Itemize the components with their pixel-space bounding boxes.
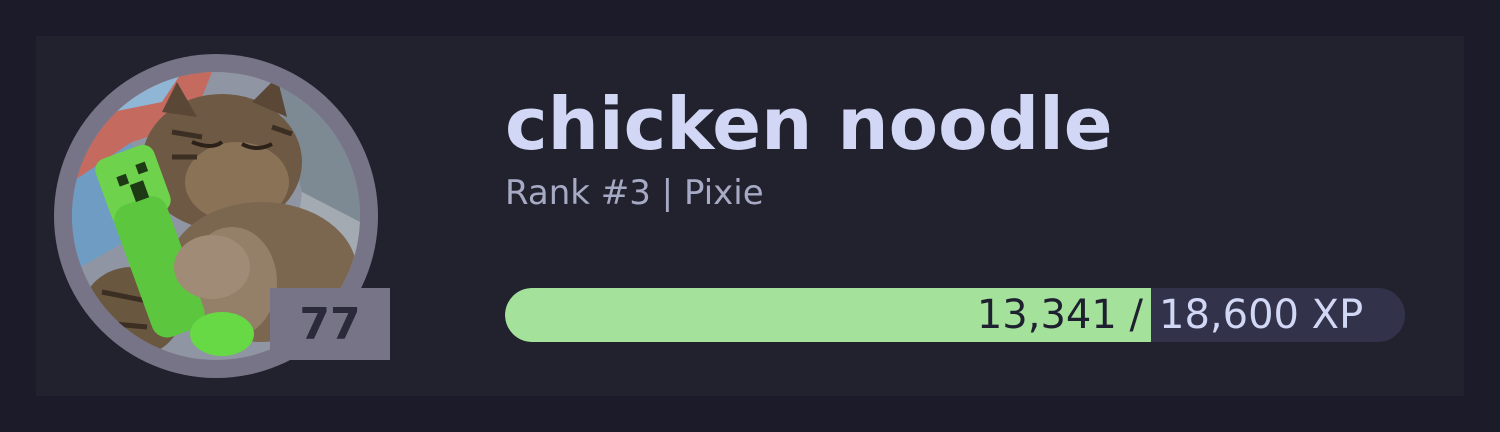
xp-max-label: 18,600 XP <box>1159 292 1364 338</box>
level-badge: 77 <box>270 288 390 360</box>
xp-current-label: 13,341 / <box>976 292 1143 338</box>
username: chicken noodle <box>505 82 1113 166</box>
rank-subtitle: Rank #3 | Pixie <box>505 173 764 213</box>
xp-progress-bar: 13,341 / 18,600 XP <box>505 288 1405 342</box>
